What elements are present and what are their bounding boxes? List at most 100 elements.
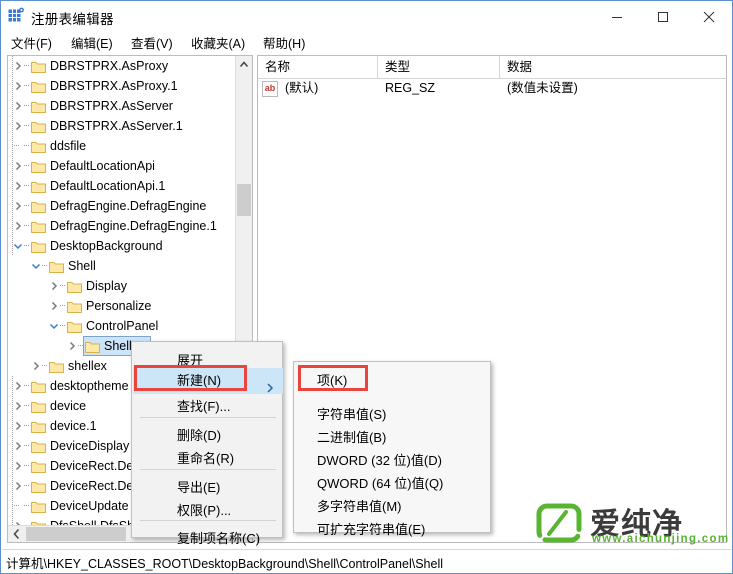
tree-item[interactable]: ControlPanel bbox=[8, 316, 237, 336]
tree-item[interactable]: DBRSTPRX.AsProxy.1 bbox=[8, 76, 237, 96]
tree-guide-dots bbox=[23, 436, 31, 456]
tree-guide-dots bbox=[23, 196, 31, 216]
chevron-right-icon[interactable] bbox=[12, 116, 23, 136]
tree-item[interactable]: DBRSTPRX.AsServer bbox=[8, 96, 237, 116]
chevron-right-icon[interactable] bbox=[12, 436, 23, 456]
menu-separator bbox=[140, 520, 276, 521]
tree-item[interactable]: ddsfile bbox=[8, 136, 237, 156]
scroll-up-arrow-icon[interactable] bbox=[236, 56, 252, 73]
aichunjing-logo-icon bbox=[536, 503, 582, 543]
new-submenu[interactable]: 项(K) 字符串值(S) 二进制值(B) DWORD (32 位)值(D) QWORD … bbox=[293, 361, 491, 537]
tree-item[interactable]: DBRSTPRX.AsServer.1 bbox=[8, 116, 237, 136]
column-header-data[interactable]: 数据 bbox=[500, 56, 710, 78]
tree-item-label: device bbox=[50, 399, 87, 413]
chevron-right-icon[interactable] bbox=[12, 456, 23, 476]
scroll-thumb-vertical[interactable] bbox=[237, 184, 251, 216]
tree-item[interactable]: DefaultLocationApi bbox=[8, 156, 237, 176]
menu-help[interactable]: 帮助(H) bbox=[259, 33, 309, 55]
menu-edit[interactable]: 编辑(E) bbox=[67, 33, 117, 55]
context-menu-item[interactable]: 新建(N) bbox=[133, 368, 283, 394]
folder-icon bbox=[67, 299, 82, 313]
chevron-right-icon[interactable] bbox=[48, 296, 59, 316]
scroll-thumb-horizontal[interactable] bbox=[26, 527, 126, 541]
column-divider-2[interactable] bbox=[499, 56, 500, 78]
tree-item[interactable]: Shell bbox=[8, 256, 237, 276]
chevron-right-icon[interactable] bbox=[12, 156, 23, 176]
tree-item-label: DefaultLocationApi bbox=[50, 159, 155, 173]
submenu-item[interactable]: 项(K) bbox=[295, 368, 491, 394]
close-button[interactable] bbox=[686, 1, 732, 32]
tree-item[interactable]: DesktopBackground bbox=[8, 236, 237, 256]
tree-guide-dots bbox=[23, 136, 31, 156]
tree-item-label: desktoptheme bbox=[50, 379, 129, 393]
minimize-button[interactable] bbox=[594, 1, 640, 32]
maximize-button[interactable] bbox=[640, 1, 686, 32]
table-row[interactable]: ab (默认) REG_SZ (数值未设置) bbox=[258, 78, 726, 98]
chevron-right-icon[interactable] bbox=[12, 76, 23, 96]
menu-favorites[interactable]: 收藏夹(A) bbox=[187, 33, 249, 55]
tree-item[interactable]: Personalize bbox=[8, 296, 237, 316]
tree-item-label: DeviceRect.De bbox=[50, 459, 134, 473]
chevron-right-icon[interactable] bbox=[12, 56, 23, 76]
tree-guide-dots bbox=[23, 56, 31, 76]
submenu-item[interactable]: 可扩充字符串值(E) bbox=[295, 517, 491, 543]
column-header-type[interactable]: 类型 bbox=[378, 56, 500, 78]
tree-guide-dots bbox=[23, 156, 31, 176]
tree-item-label: Shell bbox=[68, 259, 96, 273]
registry-editor-window: 注册表编辑器 文件(F) 编辑(E) 查看(V) 收藏夹(A) 帮助(H) DB… bbox=[0, 0, 733, 574]
registry-icon bbox=[8, 7, 25, 24]
submenu-item-label: 可扩充字符串值(E) bbox=[317, 522, 426, 537]
chevron-right-icon[interactable] bbox=[12, 396, 23, 416]
tree-item-label: DefaultLocationApi.1 bbox=[50, 179, 166, 193]
chevron-right-icon[interactable] bbox=[12, 176, 23, 196]
tree-guide-dots bbox=[23, 96, 31, 116]
scroll-left-arrow-icon[interactable] bbox=[8, 526, 25, 542]
chevron-down-icon[interactable] bbox=[30, 256, 41, 276]
folder-icon bbox=[31, 219, 46, 233]
chevron-right-icon[interactable] bbox=[12, 476, 23, 496]
tree-item[interactable]: DefaultLocationApi.1 bbox=[8, 176, 237, 196]
tree-guide-dots bbox=[59, 276, 67, 296]
folder-icon bbox=[31, 239, 46, 253]
chevron-down-icon[interactable] bbox=[48, 316, 59, 336]
column-divider-1[interactable] bbox=[377, 56, 378, 78]
registry-path: 计算机\HKEY_CLASSES_ROOT\DesktopBackground\… bbox=[6, 557, 444, 571]
chevron-right-icon[interactable] bbox=[48, 276, 59, 296]
tree-guide-dots bbox=[41, 256, 49, 276]
folder-icon bbox=[49, 259, 64, 273]
tree-guide-dots bbox=[13, 496, 21, 516]
chevron-right-icon[interactable] bbox=[66, 336, 77, 356]
tree-guide-dots bbox=[23, 416, 31, 436]
chevron-right-icon[interactable] bbox=[12, 96, 23, 116]
tree-item[interactable]: DefragEngine.DefragEngine bbox=[8, 196, 237, 216]
context-menu-item[interactable]: 复制项名称(C) bbox=[133, 526, 283, 552]
tree-guide-dots bbox=[41, 356, 49, 376]
chevron-right-icon[interactable] bbox=[12, 416, 23, 436]
value-type: REG_SZ bbox=[385, 81, 436, 95]
chevron-right-icon[interactable] bbox=[30, 356, 41, 376]
tree-item[interactable]: DefragEngine.DefragEngine.1 bbox=[8, 216, 237, 236]
tree-item[interactable]: Display bbox=[8, 276, 237, 296]
folder-icon bbox=[31, 419, 46, 433]
value-name: (默认) bbox=[285, 81, 319, 95]
tree-guide-dots bbox=[77, 336, 85, 356]
tree-item-label: DBRSTPRX.AsServer.1 bbox=[50, 119, 183, 133]
chevron-right-icon[interactable] bbox=[12, 216, 23, 236]
column-header-name[interactable]: 名称 bbox=[258, 56, 378, 78]
menu-file[interactable]: 文件(F) bbox=[7, 33, 56, 55]
tree-guide-dots bbox=[23, 236, 31, 256]
menu-view[interactable]: 查看(V) bbox=[127, 33, 177, 55]
tree-item[interactable]: DBRSTPRX.AsProxy bbox=[8, 56, 237, 76]
folder-icon bbox=[31, 139, 46, 153]
chevron-down-icon[interactable] bbox=[12, 236, 23, 256]
chevron-right-icon[interactable] bbox=[12, 196, 23, 216]
string-value-icon: ab bbox=[262, 81, 278, 97]
tree-item-label: DeviceRect.De bbox=[50, 479, 134, 493]
context-menu[interactable]: 展开 新建(N) 查找(F)... 删除(D) 重命名(R) 导出(E) 权限(P)... 复… bbox=[131, 341, 283, 546]
chevron-right-icon[interactable] bbox=[12, 376, 23, 396]
folder-icon bbox=[31, 439, 46, 453]
tree-item-label: ddsfile bbox=[50, 139, 87, 153]
tree-item-label: DBRSTPRX.AsProxy bbox=[50, 59, 169, 73]
tree-item-label: DefragEngine.DefragEngine bbox=[50, 199, 207, 213]
folder-icon bbox=[67, 279, 82, 293]
